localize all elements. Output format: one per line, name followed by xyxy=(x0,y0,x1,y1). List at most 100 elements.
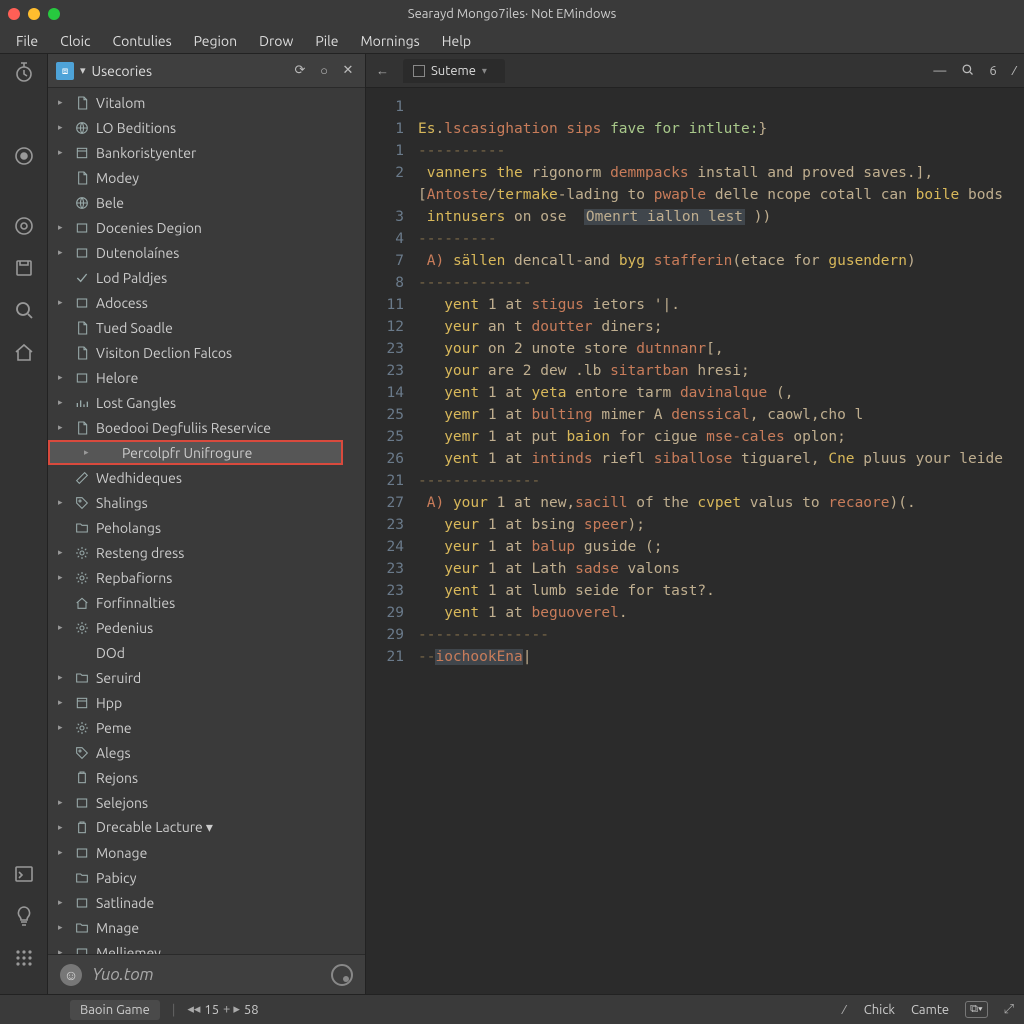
sidebar-tree[interactable]: ▸ Vitalom ▸LO Beditions▸BankoristyenterMod… xyxy=(48,88,365,954)
sidebar-item[interactable]: ▸Peme xyxy=(48,715,365,740)
expand-icon[interactable]: ⤢ xyxy=(1004,1002,1014,1017)
sidebar-item[interactable]: Visiton Declion Falcos xyxy=(48,340,365,365)
file-icon xyxy=(74,170,90,186)
menu-pegion[interactable]: Pegion xyxy=(184,30,247,52)
home-icon[interactable] xyxy=(12,340,36,364)
sidebar-item[interactable]: ▸ Vitalom xyxy=(48,90,365,115)
chevron-right-icon: ▸ xyxy=(58,622,68,633)
sidebar-item[interactable]: ▸Repbafiorns xyxy=(48,565,365,590)
menu-drow[interactable]: Drow xyxy=(249,30,303,52)
lightbulb-icon[interactable] xyxy=(12,904,36,928)
sidebar-item[interactable]: Wedhideques xyxy=(48,465,365,490)
sidebar-item-label: Repbafiorns xyxy=(96,570,365,586)
editor-tab[interactable]: Suteme ▾ xyxy=(403,59,505,83)
sidebar-item[interactable]: Alegs xyxy=(48,740,365,765)
close-icon[interactable]: ✕ xyxy=(339,63,357,78)
status-camte[interactable]: Camte xyxy=(911,1003,949,1017)
sidebar-item[interactable]: ▸Docenies Degion xyxy=(48,215,365,240)
save-icon[interactable] xyxy=(12,256,36,280)
chevron-right-icon: ▸ xyxy=(58,397,68,408)
chevron-down-icon[interactable]: ▾ xyxy=(482,65,487,77)
back-button[interactable]: ← xyxy=(372,63,393,78)
search-icon[interactable] xyxy=(12,298,36,322)
target-icon[interactable] xyxy=(12,214,36,238)
clip-icon xyxy=(74,770,90,786)
status-chick[interactable]: Chick xyxy=(864,1003,895,1017)
sidebar-item[interactable]: ▸Percolpfr Unifrogure xyxy=(48,440,343,465)
minimize-window-button[interactable] xyxy=(28,8,40,20)
sidebar-item[interactable]: Tued Soadle xyxy=(48,315,365,340)
sidebar-item[interactable]: ▸Melliemey xyxy=(48,940,365,954)
sidebar-item[interactable]: Rejons xyxy=(48,765,365,790)
sidebar-item[interactable]: ▸Hpp xyxy=(48,690,365,715)
menu-file[interactable]: File xyxy=(6,30,48,52)
sidebar-item[interactable]: ▸Mnage xyxy=(48,915,365,940)
apps-icon[interactable] xyxy=(12,946,36,970)
search-icon[interactable] xyxy=(960,62,975,80)
sidebar-item[interactable]: ▸Resteng dress xyxy=(48,540,365,565)
sidebar-item[interactable]: ▸LO Beditions xyxy=(48,115,365,140)
sidebar-item[interactable]: ▸Monage xyxy=(48,840,365,865)
chevron-right-icon: ▸ xyxy=(58,122,68,133)
box-icon xyxy=(74,845,90,861)
sidebar-item[interactable]: Forfinnalties xyxy=(48,590,365,615)
avatar[interactable]: ☺ xyxy=(60,964,82,986)
menu-cloic[interactable]: Cloic xyxy=(50,30,100,52)
sidebar-item[interactable]: DOd xyxy=(48,640,365,665)
sidebar-item[interactable]: ▸Selejons xyxy=(48,790,365,815)
pager-next-button[interactable]: + ▸ xyxy=(223,1002,240,1017)
win-icon xyxy=(74,695,90,711)
record-icon[interactable] xyxy=(12,144,36,168)
status-indicator-icon[interactable] xyxy=(331,964,353,986)
menu-pile[interactable]: Pile xyxy=(305,30,348,52)
sidebar-item[interactable]: ▸Dutenolaínes xyxy=(48,240,365,265)
menu-help[interactable]: Help xyxy=(432,30,481,52)
chevron-right-icon: ▸ xyxy=(58,672,68,683)
circle-icon[interactable]: ○ xyxy=(315,63,333,78)
sidebar-footer: ☺ Yuo.tom xyxy=(48,954,365,994)
box-icon xyxy=(74,220,90,236)
box-icon xyxy=(74,370,90,386)
code-content[interactable]: Es.lscasighation sips fave for intlute:}… xyxy=(414,88,1024,994)
status-chip[interactable]: Baoin Game xyxy=(70,1000,160,1020)
check-icon xyxy=(74,270,90,286)
chevron-right-icon: ▸ xyxy=(58,222,68,233)
close-window-button[interactable] xyxy=(8,8,20,20)
sidebar-item[interactable]: Lod Paldjes xyxy=(48,265,365,290)
chevron-right-icon: ▸ xyxy=(58,147,68,158)
gear-icon xyxy=(74,545,90,561)
terminal-icon[interactable] xyxy=(12,862,36,886)
sidebar-item[interactable]: ▸Bankoristyenter xyxy=(48,140,365,165)
titlebar: Searayd Mongo7iles· Not EMindows xyxy=(0,0,1024,28)
edit-icon[interactable]: ∕ xyxy=(840,1003,847,1017)
chevron-right-icon: ▸ xyxy=(58,97,68,108)
refresh-icon[interactable]: ⟳ xyxy=(291,63,309,78)
sidebar-item[interactable]: ▸Pedenius xyxy=(48,615,365,640)
menu-contulies[interactable]: Contulies xyxy=(103,30,182,52)
pager: ◂◂ 15 + ▸ 58 xyxy=(187,1002,258,1017)
sidebar-item[interactable]: ▸Drecable Lacture ▾ xyxy=(48,815,365,840)
maximize-window-button[interactable] xyxy=(48,8,60,20)
sidebar-item-label: Pabicy xyxy=(96,870,365,886)
sidebar-item[interactable]: ▸Satlinade xyxy=(48,890,365,915)
sidebar-item[interactable]: Bele xyxy=(48,190,365,215)
menu-mornings[interactable]: Mornings xyxy=(351,30,430,52)
sidebar-item[interactable]: Modey xyxy=(48,165,365,190)
tab-count: 6 xyxy=(989,64,996,78)
editor-body[interactable]: 1112 34781112232314252526212723242323292… xyxy=(366,88,1024,994)
sidebar-item[interactable]: Pabicy xyxy=(48,865,365,890)
sidebar-item[interactable]: ▸Shalings xyxy=(48,490,365,515)
sidebar-item[interactable]: ▸Adocess xyxy=(48,290,365,315)
sidebar-item-label: Dutenolaínes xyxy=(96,245,365,261)
pager-first-button[interactable]: ◂◂ xyxy=(187,1002,200,1017)
sidebar-item[interactable]: Peholangs xyxy=(48,515,365,540)
minimize-icon[interactable]: — xyxy=(933,64,946,78)
sidebar-item[interactable]: ▸Helore xyxy=(48,365,365,390)
stopwatch-icon[interactable] xyxy=(12,60,36,84)
sidebar-item[interactable]: ▸Lost Gangles xyxy=(48,390,365,415)
sidebar-item[interactable]: ▸Seruird xyxy=(48,665,365,690)
sidebar-item-label: Vitalom xyxy=(96,95,365,111)
sidebar-item[interactable]: ▸Boedooi Degfuliis Reservice xyxy=(48,415,365,440)
edit-icon[interactable]: ∕ xyxy=(1011,64,1018,78)
layout-toggle-icon[interactable]: ⧉▾ xyxy=(965,1001,987,1018)
